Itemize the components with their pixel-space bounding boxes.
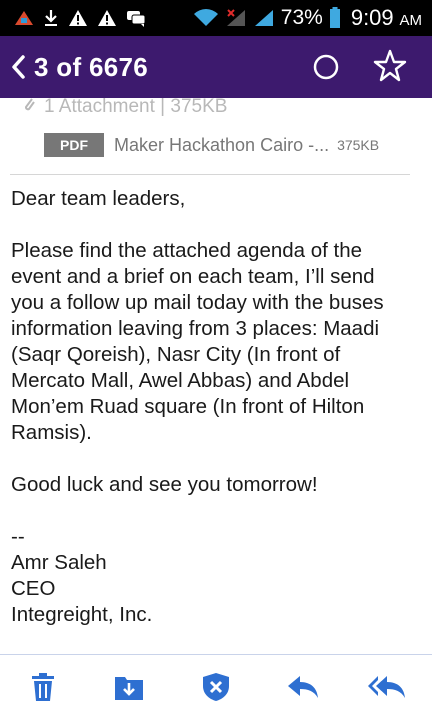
clock: 9:09 AM (351, 5, 422, 31)
email-body: Dear team leaders, Please find the attac… (11, 186, 423, 628)
attachment-item[interactable]: PDF Maker Hackathon Cairo -... 375KB (44, 132, 379, 158)
download-icon (43, 9, 59, 27)
spam-icon (202, 672, 230, 707)
reply-all-icon (368, 674, 406, 705)
battery-icon (329, 7, 341, 29)
signal-off-icon (225, 8, 247, 28)
closing-line: Good luck and see you tomorrow! (11, 473, 318, 496)
alert-icon (68, 9, 88, 27)
body-line: Ramsis). (11, 421, 92, 444)
spam-button[interactable] (199, 672, 233, 706)
body-line: event and a brief on each team, I’ll sen… (11, 265, 375, 288)
body-line: information leaving from 3 places: Maadi (11, 317, 380, 340)
alert-icon (97, 9, 117, 27)
message-nav-bar: 3 of 6676 (0, 36, 432, 98)
signature-name: Amr Saleh (11, 551, 107, 574)
pdf-badge: PDF (44, 133, 104, 157)
signal-icon (253, 8, 275, 28)
message-action-toolbar (0, 656, 432, 720)
body-line: Please find the attached agenda of the (11, 239, 363, 262)
divider (10, 174, 410, 175)
move-to-folder-button[interactable] (112, 672, 146, 706)
reply-button[interactable] (286, 672, 320, 706)
battery-percent: 73% (280, 6, 323, 29)
body-paragraph: Please find the attached agenda of the e… (11, 238, 423, 446)
signature-title: CEO (11, 577, 56, 600)
body-line: (Saqr Qoreish), Nasr City (In front of (11, 343, 341, 366)
archive-icon (114, 673, 144, 706)
body-line: you a follow up mail today with the buse… (11, 291, 384, 314)
greeting: Dear team leaders, (11, 187, 186, 210)
body-line: Mercato Mall, Awel Abbas) and Abdel (11, 369, 350, 392)
signature-company: Integreight, Inc. (11, 603, 153, 626)
system-status: 73% 9:09 AM (193, 5, 432, 31)
reply-icon (287, 674, 319, 705)
back-button[interactable]: 3 of 6676 (10, 52, 148, 83)
toolbar-divider (0, 654, 432, 655)
chevron-left-icon (10, 54, 28, 80)
body-line: Mon’em Ruad square (In front of Hilton (11, 395, 365, 418)
attachment-name: Maker Hackathon Cairo -... (114, 134, 330, 155)
star-button[interactable] (372, 48, 408, 84)
star-icon (372, 49, 408, 88)
reply-all-button[interactable] (368, 672, 406, 706)
signature-separator: -- (11, 525, 25, 548)
paperclip-icon (22, 96, 36, 118)
chat-icon (126, 9, 146, 27)
notification-icons (0, 9, 146, 27)
mark-unread-button[interactable] (312, 53, 340, 81)
attachment-size: 375KB (337, 137, 380, 153)
status-bar: 73% 9:09 AM (0, 0, 432, 36)
app-icon (14, 9, 34, 27)
delete-button[interactable] (26, 672, 60, 706)
attachment-summary-text: 1 Attachment | 375KB (44, 96, 228, 117)
message-counter: 3 of 6676 (34, 51, 148, 82)
clock-ampm: AM (399, 12, 423, 29)
trash-icon (30, 672, 56, 707)
attachment-summary: 1 Attachment | 375KB (22, 96, 227, 118)
circle-icon (312, 54, 340, 85)
wifi-icon (193, 8, 219, 28)
clock-time: 9:09 (350, 5, 394, 30)
